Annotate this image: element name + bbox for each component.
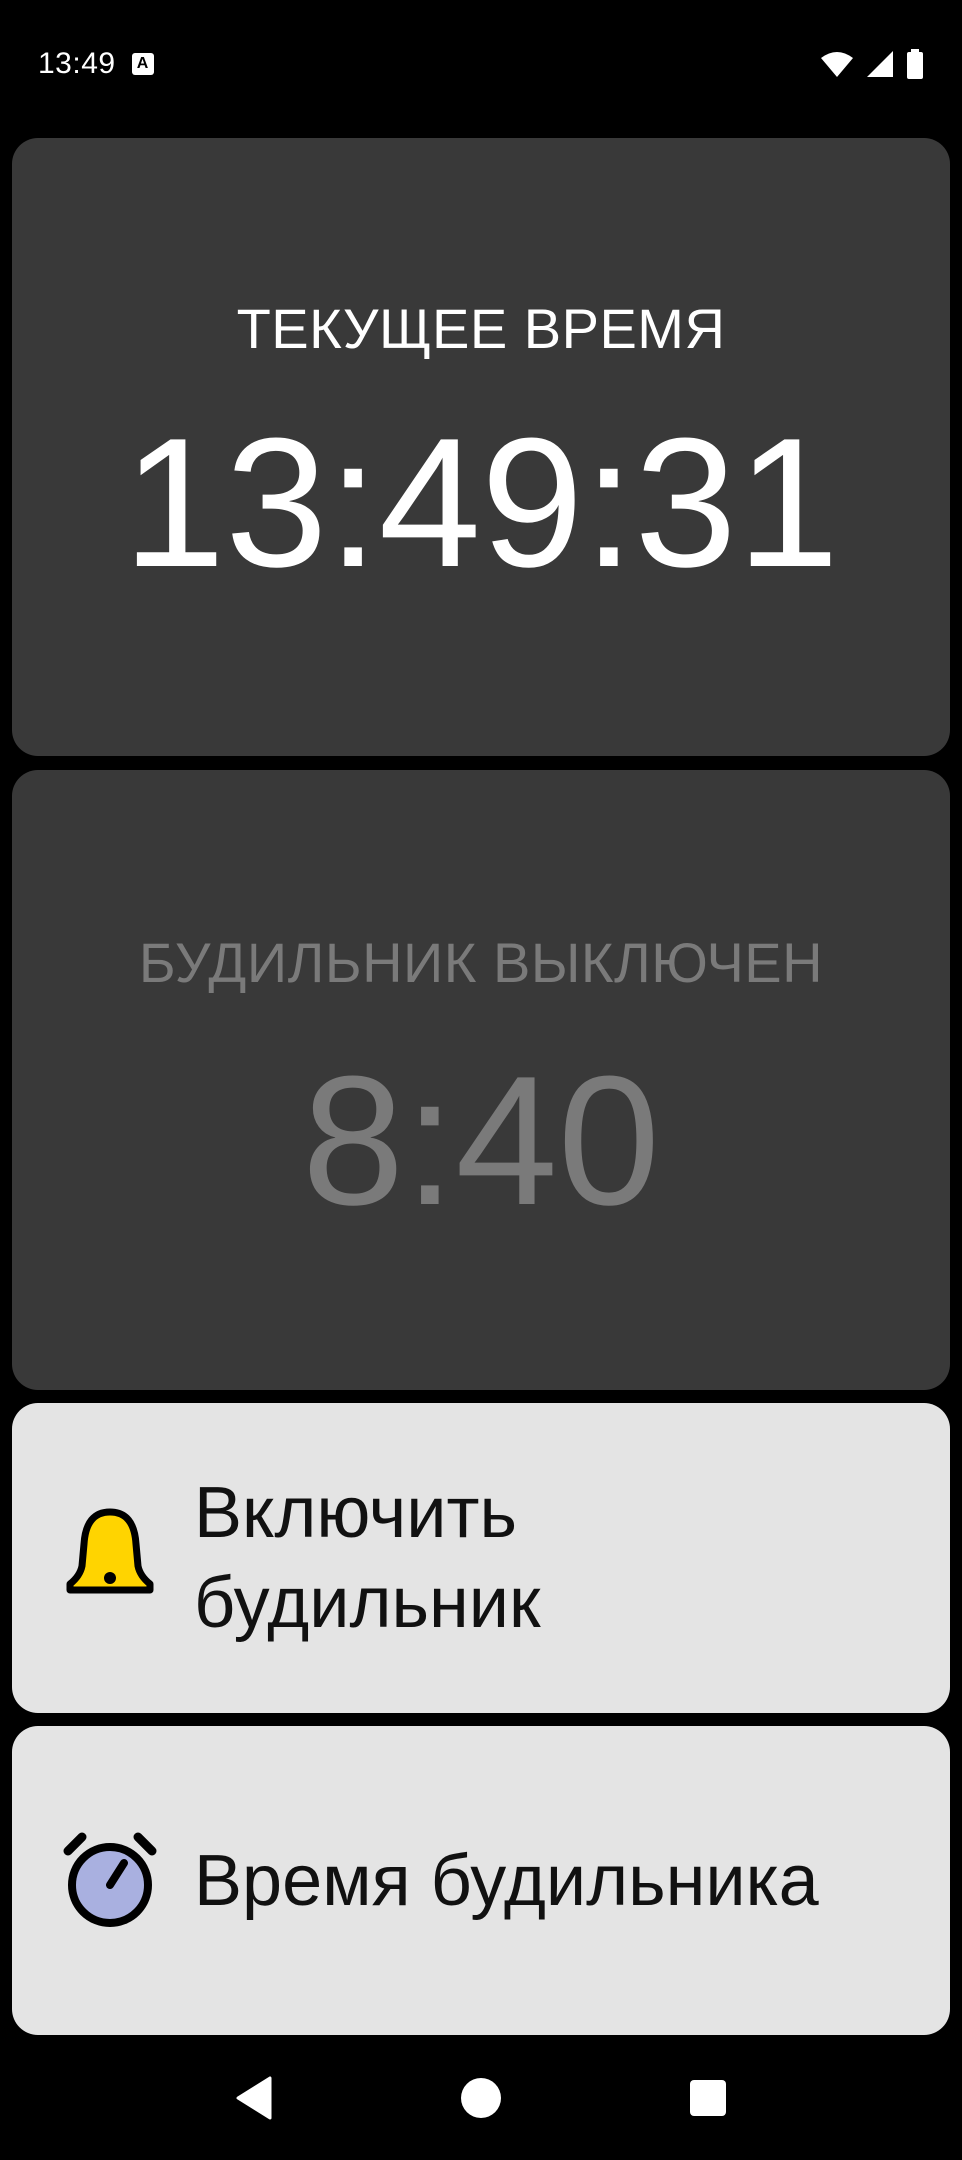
home-icon[interactable] (451, 2068, 511, 2128)
a-letter-icon: A (131, 53, 154, 75)
status-bar: 13:49 A (0, 0, 962, 128)
status-time: 13:49 (38, 47, 116, 80)
current-time-value: 13:49:31 (122, 399, 840, 605)
battery-icon (906, 49, 924, 79)
navigation-bar (0, 2035, 962, 2160)
enable-alarm-label-line1: Включить (194, 1473, 517, 1553)
alarm-status-card: БУДИЛЬНИК ВЫКЛЮЧЕН 8:40 (12, 770, 950, 1390)
status-left: 13:49 A (38, 47, 154, 81)
back-icon[interactable] (224, 2068, 284, 2128)
wifi-icon (820, 50, 854, 78)
signal-icon (866, 50, 894, 78)
alarm-time-button[interactable]: Время будильника (12, 1726, 950, 2035)
status-right (820, 49, 924, 79)
current-time-label: ТЕКУЩЕЕ ВРЕМЯ (236, 297, 726, 360)
alarm-time-value: 8:40 (301, 1037, 661, 1243)
recents-icon[interactable] (678, 2068, 738, 2128)
alarm-status-label: БУДИЛЬНИК ВЫКЛЮЧЕН (138, 931, 824, 994)
enable-alarm-label: Включить будильник (194, 1468, 541, 1648)
enable-alarm-label-line2: будильник (194, 1563, 541, 1643)
screen: 13:49 A ТЕКУЩЕЕ ВРЕМЯ 13:49:31 БУДИЛЬНИК… (0, 0, 962, 2160)
bell-icon (56, 1504, 164, 1612)
enable-alarm-button[interactable]: Включить будильник (12, 1403, 950, 1713)
alarm-clock-icon (56, 1827, 164, 1935)
current-time-card: ТЕКУЩЕЕ ВРЕМЯ 13:49:31 (12, 138, 950, 756)
alarm-time-label: Время будильника (194, 1840, 819, 1921)
